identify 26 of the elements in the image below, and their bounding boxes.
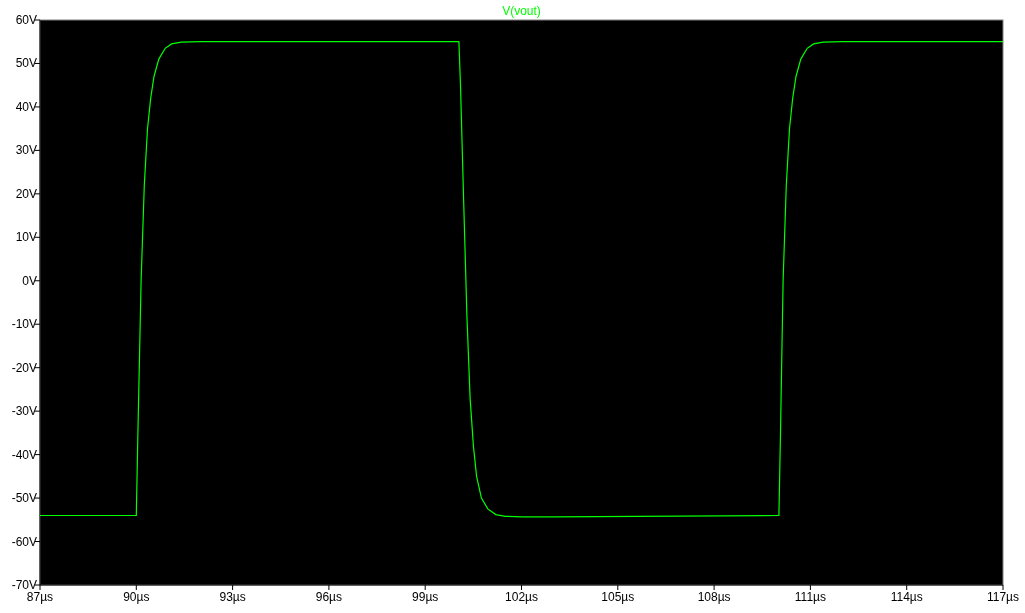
y-tick-label: -60V [11, 534, 37, 549]
x-tick-label: 114µs [890, 590, 923, 604]
y-tick-label: 20V [15, 186, 37, 201]
y-tick-label: 30V [15, 143, 37, 158]
x-tick-label: 105µs [601, 590, 635, 604]
x-tick-label: 99µs [412, 590, 439, 604]
y-tick-label: -50V [11, 491, 37, 506]
x-tick-label: 117µs [987, 590, 1019, 604]
x-tick-label: 87µs [26, 590, 54, 604]
x-tick-label: 96µs [315, 590, 343, 604]
y-tick-label: 40V [15, 99, 37, 114]
y-tick-label: 60V [15, 13, 37, 27]
trace-label[interactable]: V(vout) [502, 4, 541, 18]
x-tick-label: 90µs [123, 590, 150, 604]
y-tick-label: -20V [11, 360, 37, 375]
y-tick-label: 50V [15, 56, 37, 71]
y-tick-label: -70V [11, 578, 37, 592]
x-tick-label: 93µs [219, 590, 246, 604]
y-tick-label: -30V [11, 404, 37, 419]
y-tick-label: 10V [15, 230, 37, 245]
y-tick-label: -40V [11, 447, 37, 462]
x-tick-label: 108µs [697, 590, 731, 604]
y-tick-label: 0V [22, 273, 37, 288]
y-tick-label: -10V [11, 317, 37, 332]
x-tick-label: 111µs [794, 590, 826, 604]
x-tick-label: 102µs [505, 590, 538, 604]
